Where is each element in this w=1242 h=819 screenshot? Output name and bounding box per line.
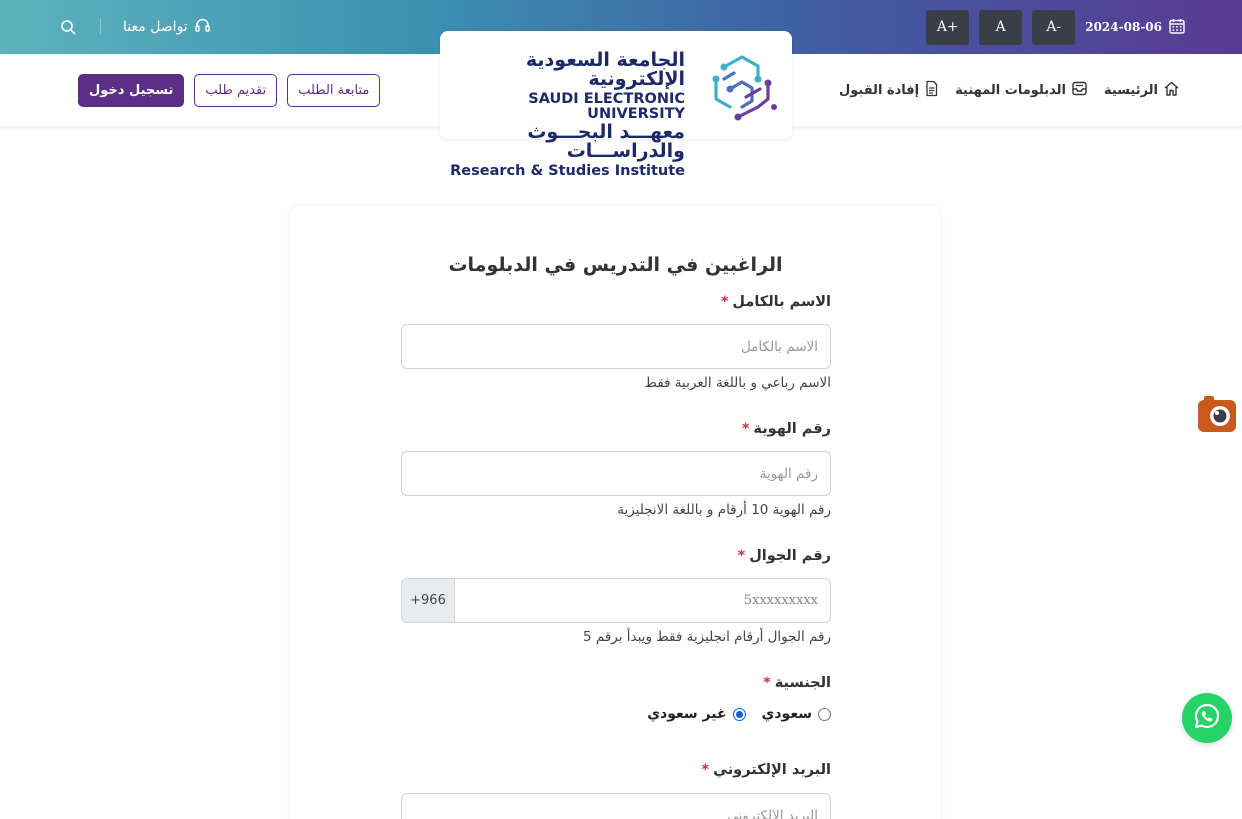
mobile-field: 5xxxxxxxxx +966 [401, 578, 831, 623]
divider [100, 19, 101, 35]
track-request-button[interactable]: متابعة الطلب [287, 74, 381, 107]
full-name-label: الاسم بالكامل* [721, 294, 831, 310]
font-increase-button[interactable]: A+ [926, 9, 970, 45]
required-mark: * [737, 548, 746, 564]
logo-card[interactable]: الجامعة السعودية الإلكترونية SAUDI ELECT… [440, 31, 792, 178]
document-icon [924, 80, 939, 101]
inbox-icon [1071, 80, 1088, 101]
contact-link[interactable]: تواصل معنا [123, 17, 211, 38]
full-name-placeholder: الاسم بالكامل [740, 338, 818, 355]
required-mark: * [741, 421, 750, 437]
home-icon [1163, 80, 1180, 101]
mobile-label-text: رقم الجوال [749, 548, 831, 564]
form-card: الراغبين في التدريس في الدبلومات الاسم ب… [290, 206, 941, 819]
nav-actions: تسجيل دخول تقديم طلب متابعة الطلب [78, 74, 381, 107]
nav-home-label: الرئيسية [1103, 83, 1158, 98]
top-bar-right: 2024-08-06 A- A A+ [926, 0, 1186, 54]
nationality-option-non-saudi[interactable]: غير سعودي [647, 706, 746, 722]
font-reset-button[interactable]: A [979, 9, 1023, 45]
nav-acceptance-label: إفادة القبول [838, 83, 920, 98]
email-placeholder: البريد الإلكتروني [727, 807, 818, 819]
logo-english-institute: Research & Studies Institute [450, 163, 685, 179]
logo-arabic-university: الجامعة السعودية الإلكترونية [525, 49, 685, 90]
submit-request-button[interactable]: تقديم طلب [194, 74, 278, 107]
date-display: 2024-08-06 [1085, 17, 1186, 38]
id-number-input[interactable]: رقم الهوية [401, 451, 831, 496]
calendar-icon [1168, 17, 1186, 38]
id-number-hint: رقم الهوية 10 أرقام و باللغة الانجليزية [617, 502, 831, 518]
font-decrease-button[interactable]: A- [1032, 9, 1076, 45]
nationality-options: سعودي غير سعودي [647, 706, 831, 722]
id-number-label: رقم الهوية* [742, 421, 831, 437]
whatsapp-button[interactable] [1182, 693, 1232, 743]
id-number-label-text: رقم الهوية [753, 421, 831, 437]
nav-home[interactable]: الرئيسية [1104, 80, 1180, 101]
top-bar-left: تواصل معنا [58, 0, 211, 54]
radio-saudi-label: سعودي [761, 706, 812, 722]
nav-diplomas-label: الدبلومات المهنية [955, 83, 1066, 98]
email-input[interactable]: البريد الإلكتروني [401, 793, 831, 819]
logo-arabic-institute: معهـــد البحـــوث والدراســـات [527, 121, 685, 162]
form-title: الراغبين في التدريس في الدبلومات [448, 254, 783, 276]
search-icon[interactable] [58, 17, 78, 37]
email-label: البريد الإلكتروني* [701, 762, 831, 778]
required-mark: * [701, 762, 710, 778]
logo-english-university: SAUDI ELECTRONIC UNIVERSITY [528, 91, 685, 122]
radio-saudi[interactable] [818, 707, 831, 721]
logo-text: الجامعة السعودية الإلكترونية SAUDI ELECT… [440, 51, 685, 179]
university-logo-icon [702, 49, 780, 133]
full-name-hint: الاسم رباعي و باللغة العربية فقط [644, 375, 831, 391]
whatsapp-icon [1193, 702, 1221, 734]
country-code-prefix: +966 [402, 579, 455, 622]
nationality-option-saudi[interactable]: سعودي [762, 706, 831, 722]
login-button[interactable]: تسجيل دخول [78, 74, 185, 107]
date-text: 2024-08-06 [1085, 20, 1162, 34]
radio-non-saudi-label: غير سعودي [647, 706, 727, 722]
mobile-input[interactable]: 5xxxxxxxxx [455, 579, 830, 622]
nav-acceptance[interactable]: إفادة القبول [839, 80, 939, 101]
radio-non-saudi[interactable] [732, 707, 746, 721]
required-mark: * [720, 294, 729, 310]
headset-icon [194, 17, 211, 38]
camera-widget-icon[interactable] [1196, 394, 1238, 434]
email-label-text: البريد الإلكتروني [713, 762, 831, 778]
full-name-input[interactable]: الاسم بالكامل [401, 324, 831, 369]
nationality-label: الجنسية* [763, 675, 831, 691]
nav-links: الرئيسية الدبلومات المهنية إفادة القبول [839, 54, 1180, 127]
mobile-placeholder: 5xxxxxxxxx [743, 593, 818, 608]
nationality-label-text: الجنسية [774, 675, 831, 691]
contact-label: تواصل معنا [123, 19, 188, 35]
id-number-placeholder: رقم الهوية [759, 465, 818, 482]
mobile-hint: رقم الجوال أرقام انجليزية فقط ويبدأ برقم… [582, 629, 831, 645]
required-mark: * [763, 675, 771, 691]
mobile-label: رقم الجوال* [738, 548, 831, 564]
nav-diplomas[interactable]: الدبلومات المهنية [955, 80, 1088, 101]
full-name-label-text: الاسم بالكامل [732, 294, 831, 310]
